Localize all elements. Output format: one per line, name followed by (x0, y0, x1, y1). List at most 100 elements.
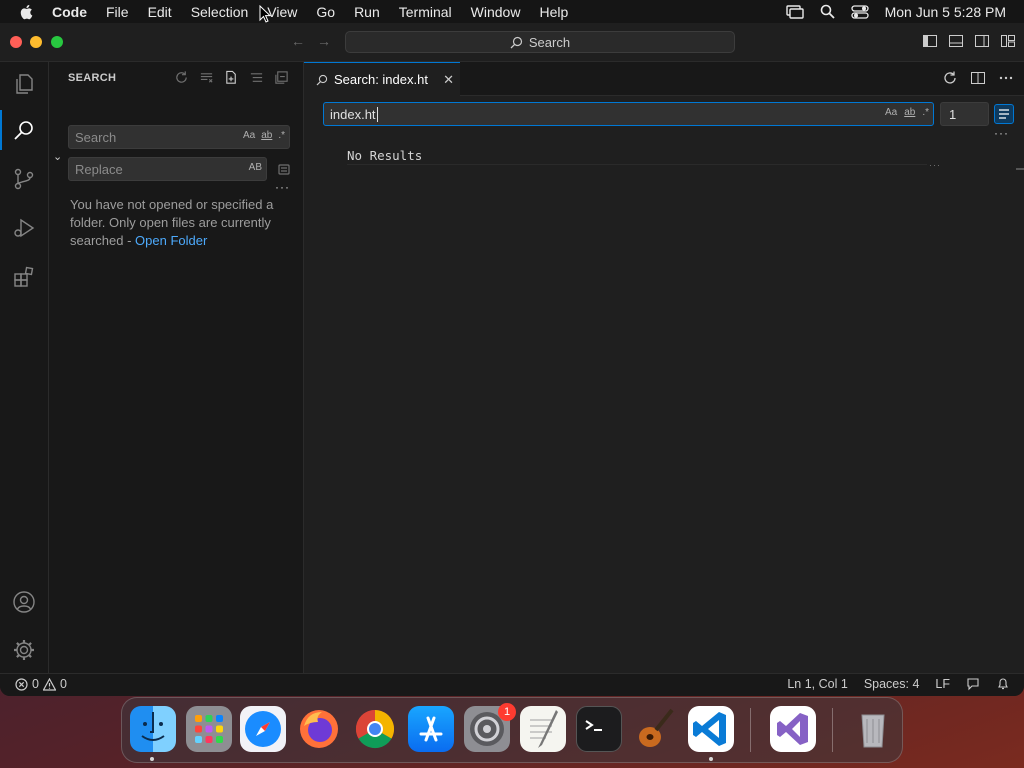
problems-indicator[interactable]: 0 0 (15, 677, 67, 691)
results-divider (347, 164, 927, 165)
toggle-query-details-icon[interactable]: ··· (994, 126, 1009, 140)
visual-studio-logo-icon (777, 713, 808, 745)
split-editor-icon[interactable] (970, 70, 986, 86)
error-count: 0 (32, 677, 39, 691)
run-and-debug-icon[interactable] (12, 216, 36, 240)
maximize-window-button[interactable] (51, 36, 63, 48)
menu-view[interactable]: View (267, 4, 297, 20)
search-editor-query-input[interactable]: index.ht Aa ab .* (323, 102, 934, 126)
activity-bar (0, 62, 49, 673)
dock-separator (750, 708, 751, 752)
garageband-app-icon[interactable] (632, 706, 678, 752)
menu-help[interactable]: Help (539, 4, 568, 20)
refresh-icon[interactable] (174, 70, 189, 85)
command-center-search[interactable]: Search (345, 31, 735, 53)
explorer-icon[interactable] (12, 72, 36, 96)
match-whole-word-icon[interactable]: ab (261, 130, 272, 141)
vscode-logo-icon (693, 712, 726, 746)
cursor-position[interactable]: Ln 1, Col 1 (787, 677, 847, 691)
trash-app-icon[interactable] (850, 706, 896, 752)
menu-clock[interactable]: Mon Jun 5 5:28 PM (885, 4, 1006, 20)
apple-logo-icon[interactable] (18, 3, 36, 21)
status-bar: 0 0 Ln 1, Col 1 Spaces: 4 LF (0, 673, 1024, 696)
finder-app-icon[interactable] (130, 706, 176, 752)
menu-run[interactable]: Run (354, 4, 380, 20)
editor-scrollbar[interactable] (1016, 168, 1024, 170)
go-back-icon[interactable]: ← (289, 32, 307, 50)
visual-studio-app-icon[interactable] (770, 706, 816, 752)
toggle-context-lines-button[interactable] (994, 104, 1014, 124)
toggle-panel-icon[interactable] (948, 33, 964, 49)
open-folder-link[interactable]: Open Folder (135, 233, 207, 248)
menu-window[interactable]: Window (471, 4, 521, 20)
close-window-button[interactable] (10, 36, 22, 48)
warning-icon (42, 677, 56, 691)
screen-mirroring-icon[interactable] (785, 4, 804, 19)
match-case-icon[interactable]: Aa (885, 107, 897, 118)
replace-input-placeholder: Replace (75, 161, 123, 177)
replace-all-icon[interactable] (276, 161, 292, 177)
results-ellipsis-icon: ··· (929, 160, 941, 170)
source-control-icon[interactable] (12, 167, 36, 191)
menu-terminal[interactable]: Terminal (399, 4, 452, 20)
vscode-running-indicator (709, 757, 713, 761)
extensions-icon[interactable] (12, 265, 36, 289)
dock-separator (832, 708, 833, 752)
textedit-app-icon[interactable] (520, 706, 566, 752)
feedback-icon[interactable] (966, 677, 980, 691)
manage-gear-icon[interactable] (12, 638, 36, 662)
editor-tabs: Search: index.ht ✕ (304, 62, 1024, 96)
active-view-indicator (0, 110, 2, 150)
chrome-app-icon[interactable] (352, 706, 398, 752)
error-icon (15, 677, 28, 691)
match-whole-word-icon[interactable]: ab (904, 107, 915, 118)
collapse-all-icon[interactable] (274, 70, 289, 85)
preserve-case-icon[interactable]: AB (249, 162, 262, 173)
notifications-bell-icon[interactable] (996, 677, 1010, 691)
rerun-search-icon[interactable] (942, 70, 958, 86)
tab-search-editor[interactable]: Search: index.ht ✕ (304, 62, 460, 96)
spotlight-search-icon[interactable] (820, 4, 835, 19)
menu-file[interactable]: File (106, 4, 129, 20)
menu-go[interactable]: Go (316, 4, 335, 20)
editor-area: Search: index.ht ✕ index.ht Aa ab .* 1 ·… (304, 62, 1024, 673)
more-actions-icon[interactable] (998, 70, 1014, 86)
control-center-icon[interactable] (850, 4, 869, 19)
launchpad-app-icon[interactable] (186, 706, 232, 752)
safari-compass-icon (245, 711, 281, 747)
firefox-app-icon[interactable] (296, 706, 342, 752)
close-tab-icon[interactable]: ✕ (443, 72, 454, 88)
menu-edit[interactable]: Edit (148, 4, 172, 20)
app-store-app-icon[interactable] (408, 706, 454, 752)
customize-layout-icon[interactable] (1000, 33, 1016, 49)
toggle-secondary-sidebar-icon[interactable] (974, 33, 990, 49)
safari-app-icon[interactable] (240, 706, 286, 752)
new-search-editor-icon[interactable] (224, 70, 239, 85)
tab-label: Search: index.ht (334, 72, 428, 87)
menu-app-name[interactable]: Code (52, 4, 87, 20)
search-input[interactable]: Search Aa ab .* (68, 125, 290, 149)
no-results-message: No Results (347, 148, 423, 163)
context-lines-input[interactable]: 1 (940, 102, 989, 126)
accounts-icon[interactable] (12, 590, 36, 614)
terminal-app-icon[interactable] (576, 706, 622, 752)
search-view-icon[interactable] (12, 118, 36, 142)
go-forward-icon[interactable]: → (315, 32, 333, 50)
finder-face-icon (141, 712, 165, 741)
minimize-window-button[interactable] (30, 36, 42, 48)
replace-input[interactable]: Replace AB (68, 157, 267, 181)
vscode-app-icon[interactable] (688, 706, 734, 752)
toggle-search-details-icon[interactable]: ··· (275, 180, 290, 194)
end-of-line-setting[interactable]: LF (935, 677, 950, 691)
use-regex-icon[interactable]: .* (922, 107, 929, 118)
indentation-setting[interactable]: Spaces: 4 (864, 677, 920, 691)
toggle-primary-sidebar-icon[interactable] (922, 33, 938, 49)
search-icon (510, 36, 522, 48)
match-case-icon[interactable]: Aa (243, 130, 255, 141)
no-folder-message: You have not opened or specified a folde… (70, 196, 285, 250)
clear-results-icon[interactable] (199, 70, 214, 85)
toggle-replace-chevron-icon[interactable]: ⌄ (53, 150, 62, 163)
use-regex-icon[interactable]: .* (278, 130, 285, 141)
menu-selection[interactable]: Selection (191, 4, 249, 20)
view-as-tree-icon[interactable] (249, 70, 264, 85)
